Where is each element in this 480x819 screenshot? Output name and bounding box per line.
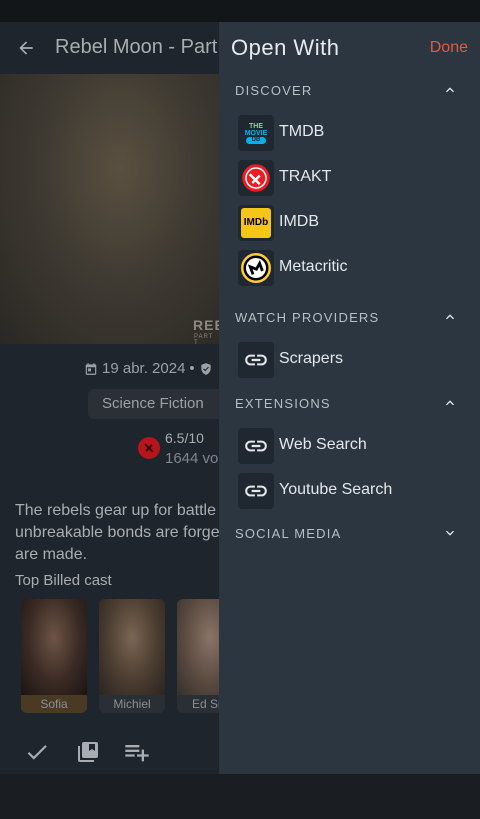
tmdb-logo-text: MOVIE (244, 129, 268, 137)
library-icon (78, 742, 98, 762)
open-with-item-imdb[interactable]: IMDb IMDB (219, 202, 480, 244)
section-label: DISCOVER (235, 83, 313, 98)
overview-text: The rebels gear up for battle unbreakabl… (15, 500, 219, 566)
cast-card[interactable]: Sofia (21, 599, 87, 713)
rating-votes: 1644 vo (165, 450, 219, 467)
release-meta: 19 abr. 2024 • (84, 360, 213, 377)
back-button[interactable] (12, 34, 40, 62)
trakt-rating-icon (138, 437, 160, 459)
section-label: SOCIAL MEDIA (235, 526, 342, 541)
open-with-drawer: Open With Done DISCOVER THE MOVIE DB TMD… (219, 22, 480, 774)
tmdb-logo-icon: THE MOVIE DB (238, 115, 274, 151)
movie-title: Rebel Moon - Part (55, 36, 218, 58)
cast-card[interactable]: Ed Skr (177, 599, 219, 713)
section-header-social-media[interactable]: SOCIAL MEDIA (219, 519, 480, 549)
system-nav-bar (0, 774, 480, 819)
imdb-logo-icon: IMDb (238, 205, 274, 241)
cast-name: Sofia (21, 695, 87, 713)
app-top-bar: Rebel Moon - Part (0, 22, 219, 74)
playlist-add-icon (125, 745, 149, 762)
status-bar (0, 0, 480, 22)
bottom-action-bar (0, 728, 219, 774)
drawer-title: Open With (231, 35, 340, 60)
chevron-up-icon (446, 314, 454, 320)
section-label: WATCH PROVIDERS (235, 310, 380, 325)
cast-name: Ed Skr (177, 695, 219, 713)
open-with-item-scrapers[interactable]: Scrapers (219, 339, 480, 381)
trakt-logo-icon (238, 160, 274, 196)
calendar-icon (85, 362, 97, 375)
open-with-item-trakt[interactable]: TRAKT (219, 157, 480, 199)
item-label: IMDB (279, 213, 319, 230)
meta-separator: • (189, 360, 195, 377)
chevron-up-icon (446, 400, 454, 406)
chevron-up-icon (446, 87, 454, 93)
chevron-down-icon (446, 530, 454, 536)
metacritic-logo-icon (238, 250, 274, 286)
poster-subtitle-text: PART T (194, 334, 214, 346)
cast-photo (21, 599, 87, 695)
overview-line: The rebels gear up for battle (15, 502, 217, 519)
check-icon (27, 745, 47, 760)
cast-photo (99, 599, 165, 695)
section-header-extensions[interactable]: EXTENSIONS (219, 389, 480, 419)
movie-details-screen: Rebel Moon - Part REBE PART T 19 abr. 20… (0, 22, 219, 774)
cast-card[interactable]: Michiel (99, 599, 165, 713)
item-label: Scrapers (279, 350, 344, 367)
link-icon (238, 342, 274, 378)
link-icon (238, 428, 274, 464)
item-label: TRAKT (279, 168, 332, 185)
shield-icon (201, 362, 211, 375)
done-button[interactable]: Done (430, 39, 468, 57)
section-label: EXTENSIONS (235, 396, 331, 411)
overview-line: unbreakable bonds are forge (15, 524, 219, 541)
cast-name: Michiel (99, 695, 165, 713)
release-date: 19 abr. 2024 (102, 360, 186, 377)
cast-heading: Top Billed cast (15, 572, 112, 589)
poster-title-text: REBE (193, 317, 219, 333)
cast-photo (177, 599, 219, 695)
item-label: TMDB (279, 123, 325, 140)
movie-poster (0, 74, 219, 344)
section-header-watch-providers[interactable]: WATCH PROVIDERS (219, 303, 480, 333)
section-header-discover[interactable]: DISCOVER (219, 76, 480, 106)
open-with-item-metacritic[interactable]: Metacritic (219, 247, 480, 289)
link-icon (238, 473, 274, 509)
add-to-list-button[interactable] (123, 738, 151, 766)
item-label: Youtube Search (279, 481, 393, 498)
tmdb-logo-text: DB (245, 136, 267, 144)
arrow-left-icon (19, 41, 33, 55)
rating-value: 6.5/10 (165, 430, 204, 446)
item-label: Metacritic (279, 258, 348, 275)
tmdb-logo-text: THE (249, 122, 263, 130)
overview-line: are made. (15, 546, 88, 563)
imdb-logo-text: IMDb (241, 208, 271, 238)
add-to-library-button[interactable] (74, 738, 102, 766)
open-with-item-web-search[interactable]: Web Search (219, 425, 480, 467)
mark-watched-button[interactable] (23, 738, 51, 766)
open-with-item-tmdb[interactable]: THE MOVIE DB TMDB (219, 112, 480, 154)
item-label: Web Search (279, 436, 367, 453)
open-with-item-youtube-search[interactable]: Youtube Search (219, 470, 480, 512)
genre-label: Science Fiction (102, 395, 204, 412)
